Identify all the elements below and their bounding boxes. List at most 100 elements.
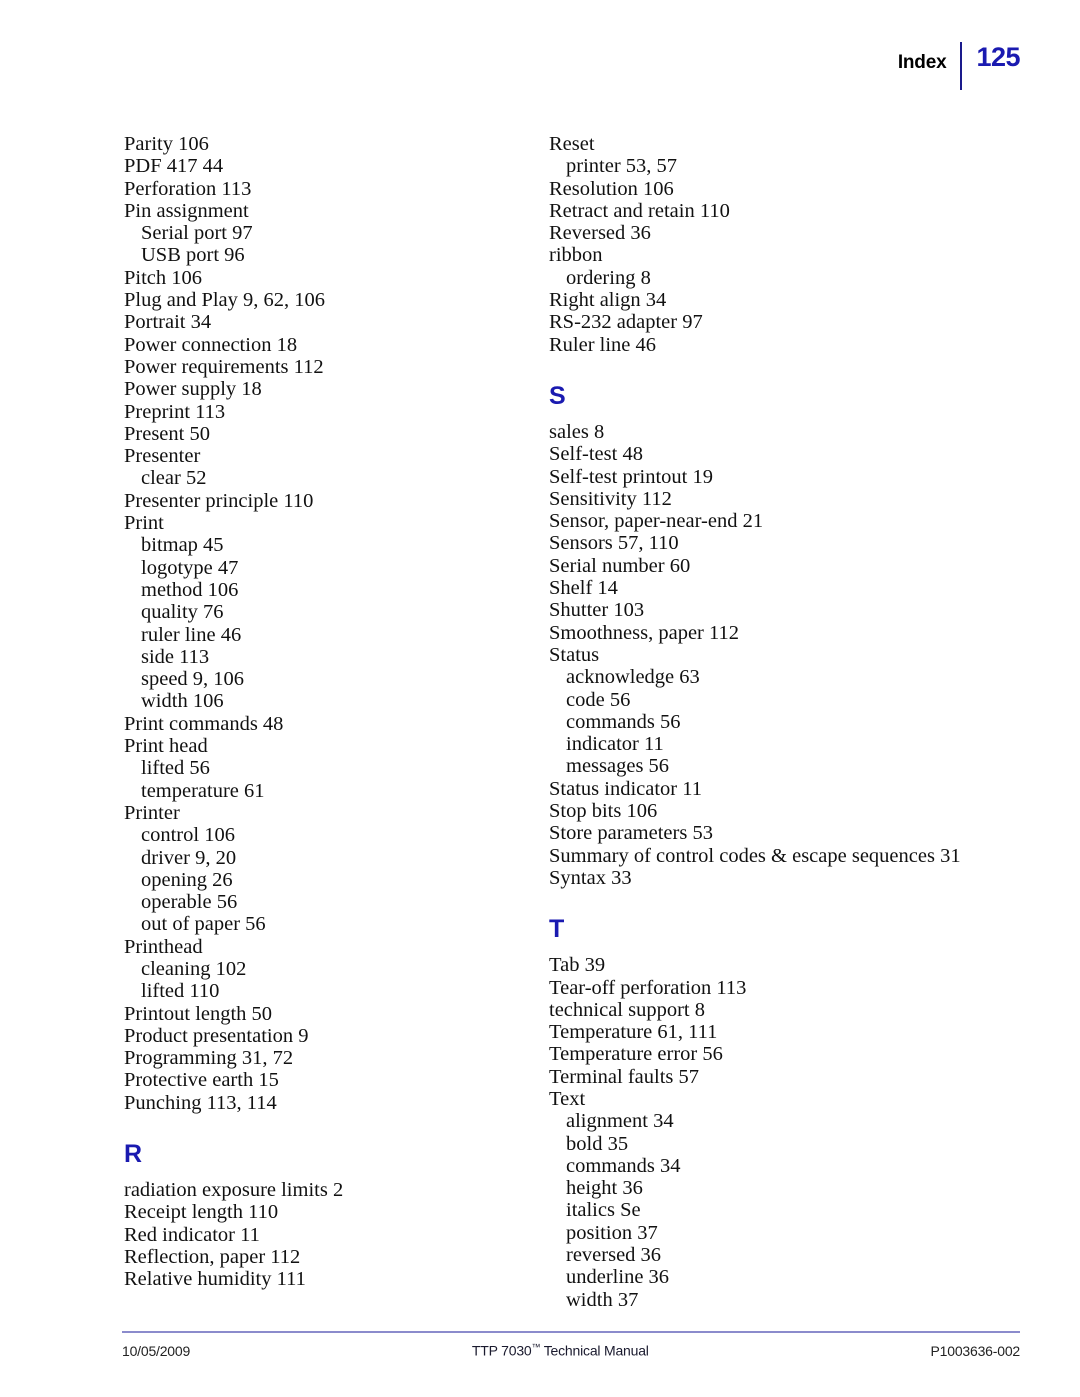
index-subentry: USB port 96	[141, 244, 245, 267]
index-entry: sales 8	[549, 420, 605, 443]
index-subentry: position 37	[566, 1221, 658, 1244]
index-entry: Stop bits 106	[549, 800, 658, 823]
index-entry: Product presentation 9	[124, 1024, 309, 1047]
index-entry: Ruler line 46	[549, 333, 657, 356]
index-entry: Reset	[549, 133, 595, 155]
index-subentry: code 56	[566, 688, 631, 711]
page-number: 125	[976, 42, 1020, 72]
index-subentry: printer 53, 57	[566, 155, 678, 178]
index-subentry: italics Se	[566, 1199, 641, 1222]
index-subentry: cleaning 102	[141, 957, 247, 980]
index-entry: Temperature 61, 111	[549, 1021, 718, 1044]
page-header-label: Index	[897, 52, 947, 73]
index-subentry: method 106	[141, 578, 239, 601]
index-entry: Printhead	[124, 935, 203, 958]
index-subentry: bold 35	[566, 1132, 629, 1155]
index-section-letter-t: T	[549, 915, 565, 944]
index-subentry: speed 9, 106	[141, 668, 245, 691]
index-subentry: commands 56	[566, 710, 681, 733]
index-column-right: Reset printer 53, 57 Resolution 106 Retract…	[549, 133, 1019, 1311]
index-entry: Protective earth 15	[124, 1069, 279, 1092]
index-entry: Sensor, paper-near-end 21	[549, 510, 764, 533]
index-subentry: indicator 11	[566, 733, 664, 756]
index-body: Parity 106 PDF 417 44 Perforation 113 Pin a…	[0, 133, 1080, 1311]
footer-row: 10/05/2009 TTP 7030™ Technical Manual P1…	[122, 1342, 1020, 1359]
index-subentry: ordering 8	[566, 266, 651, 289]
index-subentry: width 106	[141, 690, 224, 713]
index-entry: Printout length 50	[124, 1002, 273, 1025]
index-subentry: commands 34	[566, 1154, 681, 1177]
page-footer: 10/05/2009 TTP 7030™ Technical Manual P1…	[122, 1331, 1020, 1359]
index-entry: Shelf 14	[549, 577, 618, 600]
index-subentry: width 37	[566, 1288, 639, 1311]
index-entry: Presenter principle 110	[124, 489, 314, 512]
index-entry: Power requirements 112	[124, 355, 324, 378]
index-column-left: Parity 106 PDF 417 44 Perforation 113 Pin a…	[124, 133, 524, 1291]
index-entry: Print	[124, 512, 164, 535]
index-subentry: temperature 61	[141, 779, 265, 802]
index-entry: Tab 39	[549, 954, 606, 977]
index-entry: Serial number 60	[549, 554, 691, 577]
index-entry: Power connection 18	[124, 333, 298, 356]
index-subentry: clear 52	[141, 467, 207, 490]
index-entry: Parity 106	[124, 133, 209, 155]
index-subentry: operable 56	[141, 891, 238, 914]
index-entry: Plug and Play 9, 62, 106	[124, 289, 326, 312]
index-entry: Pin assignment	[124, 199, 249, 222]
footer-document-number: P1003636-002	[930, 1343, 1021, 1359]
index-entry: Printer	[124, 801, 180, 824]
index-entry: Receipt length 110	[124, 1201, 279, 1224]
index-subentry: bitmap 45	[141, 534, 224, 557]
index-entry: ribbon	[549, 244, 603, 267]
index-entry: PDF 417 44	[124, 155, 224, 178]
index-subentry: ruler line 46	[141, 623, 242, 646]
index-section-letter-s: S	[549, 381, 566, 410]
index-entry: Punching 113, 114	[124, 1091, 277, 1114]
index-entry: Resolution 106	[549, 177, 674, 200]
index-section-letter-r: R	[124, 1140, 143, 1169]
footer-manual-suffix: Technical Manual	[540, 1343, 649, 1359]
footer-rule	[122, 1331, 1020, 1334]
index-entry: Reversed 36	[549, 222, 651, 245]
index-entry: Text	[549, 1087, 586, 1110]
index-entry: Shutter 103	[549, 599, 645, 622]
index-entry: Right align 34	[549, 289, 667, 312]
index-subentry: height 36	[566, 1177, 643, 1200]
index-entry: Tear-off perforation 113	[549, 976, 747, 999]
index-entry: Store parameters 53	[549, 822, 713, 845]
index-entry: Print head	[124, 735, 208, 758]
index-entry: Preprint 113	[124, 400, 226, 423]
index-subentry: Serial port 97	[141, 222, 253, 245]
index-subentry: reversed 36	[566, 1244, 662, 1267]
index-entry: technical support 8	[549, 998, 705, 1021]
index-subentry: lifted 110	[141, 980, 220, 1003]
index-entry: Smoothness, paper 112	[549, 621, 739, 644]
index-entry: Syntax 33	[549, 866, 632, 889]
index-subentry: logotype 47	[141, 556, 239, 579]
index-entry: Portrait 34	[124, 311, 212, 334]
index-subentry: lifted 56	[141, 757, 210, 780]
index-subentry: side 113	[141, 645, 210, 668]
index-entry: Relative humidity 111	[124, 1268, 306, 1291]
index-entry: radiation exposure limits 2	[124, 1179, 344, 1202]
index-entry: Programming 31, 72	[124, 1047, 294, 1070]
index-entry: Red indicator 11	[124, 1223, 260, 1246]
index-entry: Status	[549, 643, 600, 666]
index-subentry: driver 9, 20	[141, 846, 237, 869]
index-subentry: opening 26	[141, 868, 233, 891]
index-entry: Presenter	[124, 445, 201, 468]
index-entry: RS-232 adapter 97	[549, 311, 703, 334]
index-subentry: quality 76	[141, 601, 224, 624]
index-entry: Self-test 48	[549, 443, 643, 466]
index-entry: Summary of control codes & escape sequen…	[549, 844, 961, 867]
index-entry: Sensors 57, 110	[549, 532, 679, 555]
index-entry: Status indicator 11	[549, 777, 702, 800]
index-entry: Perforation 113	[124, 177, 252, 200]
trademark-icon: ™	[531, 1342, 541, 1353]
index-subentry: messages 56	[566, 755, 670, 778]
index-entry: Temperature error 56	[549, 1043, 723, 1066]
index-subentry: underline 36	[566, 1266, 670, 1289]
index-entry: Self-test printout 19	[549, 465, 713, 488]
index-subentry: control 106	[141, 824, 235, 847]
footer-manual-name: TTP 7030	[471, 1343, 532, 1359]
